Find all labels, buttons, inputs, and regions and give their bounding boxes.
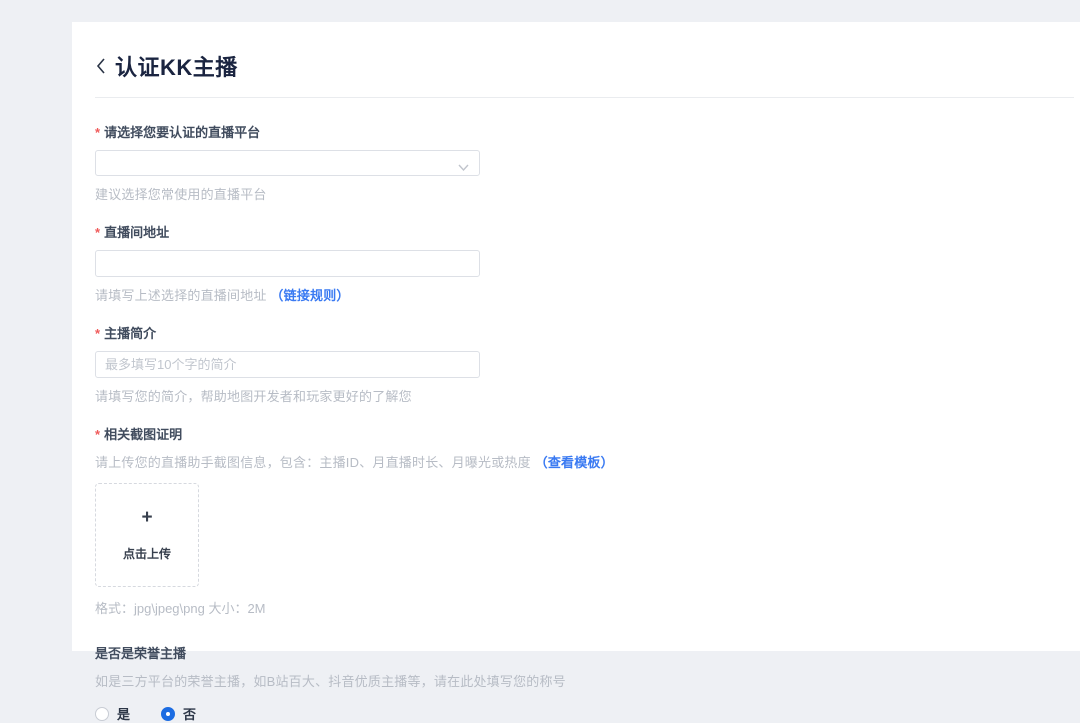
radio-no-label: 否 [183, 704, 196, 723]
room-url-input[interactable] [95, 250, 480, 277]
intro-helper: 请填写您的简介，帮助地图开发者和玩家更好的了解您 [95, 386, 1080, 405]
room-url-helper: 请填写上述选择的直播间地址 （链接规则） [95, 285, 1080, 304]
screenshot-helper-text: 请上传您的直播助手截图信息，包含：主播ID、月直播时长、月曝光或热度 [95, 455, 531, 470]
field-intro: * 主播简介 请填写您的简介，帮助地图开发者和玩家更好的了解您 [95, 323, 1080, 405]
field-platform: * 请选择您要认证的直播平台 建议选择您常使用的直播平台 [95, 122, 1080, 203]
platform-label-row: * 请选择您要认证的直播平台 [95, 122, 1080, 141]
platform-helper: 建议选择您常使用的直播平台 [95, 184, 1080, 203]
header-divider [95, 97, 1074, 98]
upload-button[interactable]: + 点击上传 [95, 483, 199, 587]
honor-helper: 如是三方平台的荣誉主播，如B站百大、抖音优质主播等，请在此处填写您的称号 [95, 671, 1080, 690]
room-url-helper-text: 请填写上述选择的直播间地址 [95, 288, 267, 303]
upload-label: 点击上传 [123, 545, 171, 562]
radio-circle-icon [95, 707, 109, 721]
intro-label: 主播简介 [104, 326, 156, 341]
platform-select[interactable] [95, 150, 480, 176]
screenshot-label-row: * 相关截图证明 [95, 424, 1080, 443]
required-asterisk: * [95, 125, 100, 140]
radio-circle-icon [161, 707, 175, 721]
honor-label: 是否是荣誉主播 [95, 643, 1080, 662]
field-room-url: * 直播间地址 请填写上述选择的直播间地址 （链接规则） [95, 222, 1080, 304]
intro-input[interactable] [95, 351, 480, 378]
required-asterisk: * [95, 326, 100, 341]
page-header: 认证KK主播 [95, 50, 1080, 82]
radio-option-no[interactable]: 否 [161, 704, 196, 723]
required-asterisk: * [95, 225, 100, 240]
room-url-label: 直播间地址 [104, 225, 169, 240]
room-url-label-row: * 直播间地址 [95, 222, 1080, 241]
view-template-link[interactable]: （查看模板） [535, 455, 614, 470]
screenshot-label: 相关截图证明 [104, 427, 182, 442]
form-card: 认证KK主播 * 请选择您要认证的直播平台 建议选择您常使用的直播平台 * 直播间地… [72, 22, 1080, 651]
field-screenshot: * 相关截图证明 请上传您的直播助手截图信息，包含：主播ID、月直播时长、月曝光或… [95, 424, 1080, 617]
plus-icon: + [141, 508, 152, 528]
format-hint: 格式：jpg\jpeg\png 大小：2M [95, 598, 1080, 617]
link-rules-link[interactable]: （链接规则） [270, 288, 349, 303]
platform-label: 请选择您要认证的直播平台 [104, 125, 260, 140]
radio-option-yes[interactable]: 是 [95, 704, 130, 723]
required-asterisk: * [95, 427, 100, 442]
honor-radio-group: 是 否 [95, 704, 1080, 723]
intro-label-row: * 主播简介 [95, 323, 1080, 342]
chevron-down-icon [458, 159, 469, 167]
radio-yes-label: 是 [117, 704, 130, 723]
screenshot-helper: 请上传您的直播助手截图信息，包含：主播ID、月直播时长、月曝光或热度 （查看模板… [95, 452, 1080, 471]
field-honor: 是否是荣誉主播 如是三方平台的荣誉主播，如B站百大、抖音优质主播等，请在此处填写… [95, 643, 1080, 723]
page-title: 认证KK主播 [115, 50, 238, 82]
back-icon[interactable] [95, 57, 107, 75]
